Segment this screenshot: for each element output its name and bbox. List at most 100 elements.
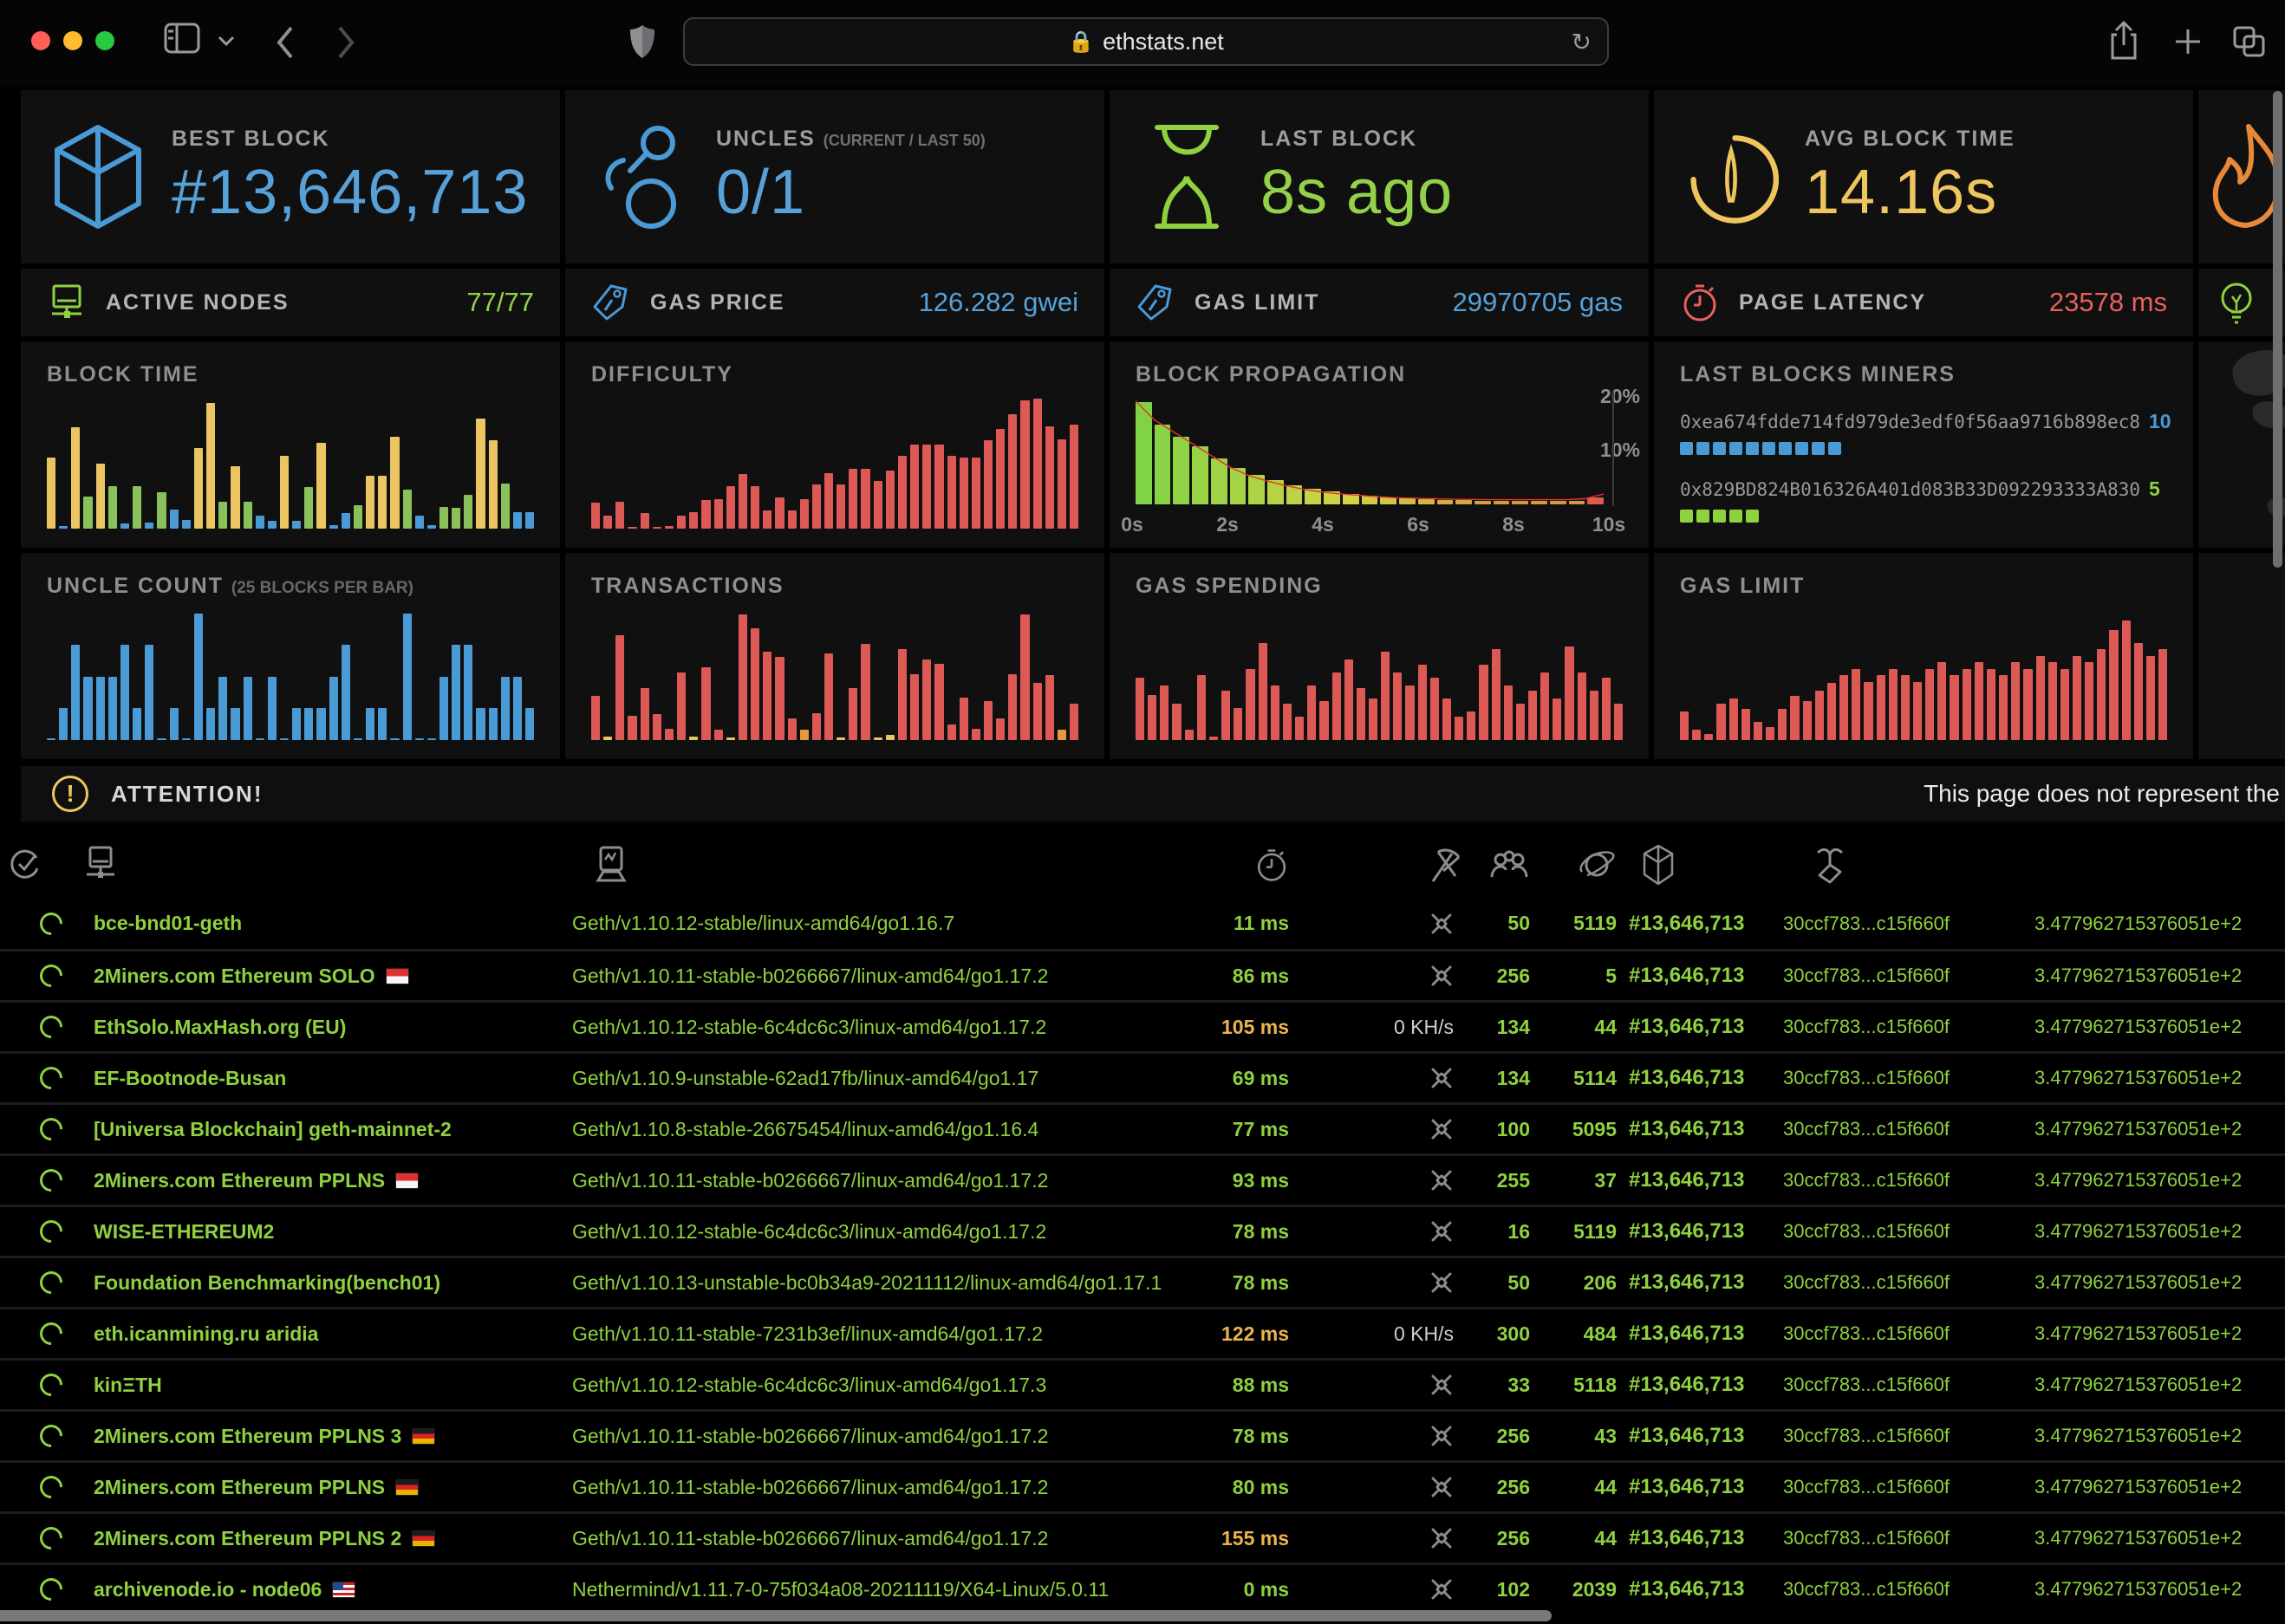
node-block-hash[interactable]: 30ccf783...c15f660f — [1773, 1271, 2024, 1294]
horizontal-scrollbar[interactable] — [0, 1610, 1552, 1621]
chart-bar — [1136, 678, 1144, 740]
tab-overview-icon[interactable] — [2233, 26, 2266, 57]
chart-bar — [2048, 662, 2057, 740]
node-block-hash[interactable]: 30ccf783...c15f660f — [1773, 1322, 2024, 1345]
sidebar-icon[interactable] — [163, 21, 201, 55]
node-row[interactable]: WISE-ETHEREUM2Geth/v1.10.12-stable-6c4dc… — [0, 1205, 2285, 1256]
node-name[interactable]: Foundation Benchmarking(bench01) — [50, 1271, 565, 1295]
chart-bar — [206, 403, 215, 529]
node-name[interactable]: kinΞTH — [50, 1374, 565, 1397]
chart-bar — [2085, 662, 2093, 740]
node-row[interactable]: 2Miners.com Ethereum PPLNS 2Geth/v1.10.1… — [0, 1511, 2285, 1562]
node-row[interactable]: [Universa Blockchain] geth-mainnet-2Geth… — [0, 1102, 2285, 1153]
block-square — [1729, 510, 1742, 523]
reload-button[interactable]: ↻ — [1572, 28, 1592, 56]
node-name[interactable]: 2Miners.com Ethereum PPLNS 2 — [50, 1527, 565, 1550]
miner-address[interactable]: 0x829BD824B016326A401d083B33D092293333A8… — [1680, 479, 2140, 500]
chart-bar — [947, 724, 956, 740]
chart-bar — [1704, 734, 1713, 741]
chart-bar — [689, 512, 698, 529]
node-row[interactable]: bce-bnd01-gethGeth/v1.10.12-stable/linux… — [0, 898, 2285, 949]
node-name[interactable]: bce-bnd01-geth — [50, 912, 565, 935]
lock-icon: 🔒 — [1068, 29, 1094, 55]
chart-bar — [1185, 730, 1194, 740]
privacy-shield-icon[interactable] — [628, 23, 657, 61]
node-row[interactable]: EF-Bootnode-BusanGeth/v1.10.9-unstable-6… — [0, 1051, 2285, 1102]
chart-bar — [415, 738, 424, 740]
chart-title: TRANSACTIONS — [591, 574, 1078, 599]
chart-bar — [665, 729, 674, 741]
node-row[interactable]: 2Miners.com Ethereum PPLNSGeth/v1.10.11-… — [0, 1460, 2285, 1511]
chart-bar — [1963, 669, 1971, 741]
vertical-scrollbar[interactable] — [2273, 91, 2282, 568]
node-block-hash[interactable]: 30ccf783...c15f660f — [1773, 1476, 2024, 1498]
chart-bar — [1999, 675, 2008, 740]
close-window-button[interactable] — [31, 31, 50, 50]
chart-bar — [145, 523, 153, 529]
node-row[interactable]: EthSolo.MaxHash.org (EU)Geth/v1.10.12-st… — [0, 1000, 2285, 1051]
node-status-cell — [0, 1220, 50, 1243]
chart-bar — [603, 737, 612, 741]
chart-bar — [615, 635, 624, 741]
node-block-hash[interactable]: 30ccf783...c15f660f — [1773, 1220, 2024, 1243]
node-status-cell — [0, 1476, 50, 1498]
block-square — [1828, 442, 1841, 455]
node-name[interactable]: EF-Bootnode-Busan — [50, 1067, 565, 1090]
address-bar[interactable]: 🔒 ethstats.net ↻ — [683, 17, 1609, 66]
chart-bar — [1766, 727, 1774, 740]
node-block-hash[interactable]: 30ccf783...c15f660f — [1773, 1169, 2024, 1192]
block-square — [1680, 442, 1693, 455]
node-block-hash[interactable]: 30ccf783...c15f660f — [1773, 1016, 2024, 1038]
node-row[interactable]: 2Miners.com Ethereum PPLNS 3Geth/v1.10.1… — [0, 1409, 2285, 1460]
chart-bar — [354, 738, 362, 740]
node-latency: 78 ms — [1207, 1220, 1289, 1244]
chart-bar — [591, 696, 600, 740]
chart-bar — [1259, 643, 1267, 741]
node-block-hash[interactable]: 30ccf783...c15f660f — [1773, 1527, 2024, 1549]
node-row[interactable]: 2Miners.com Ethereum PPLNSGeth/v1.10.11-… — [0, 1153, 2285, 1205]
share-icon[interactable] — [2108, 21, 2139, 61]
back-button[interactable] — [274, 24, 296, 61]
chart-bar — [108, 486, 117, 529]
chart-bar — [403, 614, 412, 740]
node-block-number: #13,646,713 — [1617, 1117, 1773, 1141]
chevron-down-icon[interactable] — [217, 35, 236, 47]
cube-icon — [50, 120, 146, 233]
chart-bar — [1020, 614, 1029, 741]
node-name[interactable]: [Universa Blockchain] geth-mainnet-2 — [50, 1118, 565, 1141]
chart-bar — [603, 516, 612, 529]
chart-bar — [775, 497, 784, 529]
node-block-number: #13,646,713 — [1617, 1219, 1773, 1244]
node-name[interactable]: 2Miners.com Ethereum PPLNS — [50, 1476, 565, 1499]
node-mining — [1289, 1577, 1462, 1602]
chart-bar — [1975, 662, 1983, 740]
node-block-hash[interactable]: 30ccf783...c15f660f — [1773, 1118, 2024, 1140]
node-block-hash[interactable]: 30ccf783...c15f660f — [1773, 1067, 2024, 1089]
node-row[interactable]: kinΞTHGeth/v1.10.12-stable-6c4dc6c3/linu… — [0, 1358, 2285, 1409]
node-name[interactable]: eth.icanmining.ru aridia — [50, 1322, 565, 1346]
node-name[interactable]: archivenode.io - node06 — [50, 1578, 565, 1601]
node-name[interactable]: 2Miners.com Ethereum SOLO — [50, 965, 565, 988]
forward-button[interactable] — [335, 24, 357, 61]
chart-bar — [1307, 685, 1316, 740]
node-name[interactable]: EthSolo.MaxHash.org (EU) — [50, 1016, 565, 1039]
node-row[interactable]: archivenode.io - node06Nethermind/v1.11.… — [0, 1562, 2285, 1614]
node-block-hash[interactable]: 30ccf783...c15f660f — [1773, 965, 2024, 987]
node-name[interactable]: WISE-ETHEREUM2 — [50, 1220, 565, 1244]
node-name[interactable]: 2Miners.com Ethereum PPLNS 3 — [50, 1425, 565, 1448]
stat-label: GAS LIMIT — [1195, 290, 1319, 315]
node-name[interactable]: 2Miners.com Ethereum PPLNS — [50, 1169, 565, 1192]
node-block-hash[interactable]: 30ccf783...c15f660f — [1773, 1425, 2024, 1447]
node-latency: 11 ms — [1207, 912, 1289, 935]
zoom-window-button[interactable] — [95, 31, 114, 50]
miner-address[interactable]: 0xea674fdde714fd979de3edf0f56aa9716b898e… — [1680, 412, 2140, 432]
node-row[interactable]: eth.icanmining.ru aridiaGeth/v1.10.11-st… — [0, 1307, 2285, 1358]
node-block-hash[interactable]: 30ccf783...c15f660f — [1773, 1578, 2024, 1601]
node-block-hash[interactable]: 30ccf783...c15f660f — [1773, 913, 2024, 935]
node-row[interactable]: Foundation Benchmarking(bench01)Geth/v1.… — [0, 1256, 2285, 1307]
dashboard: BEST BLOCK #13,646,713 UNCLES (CURRENT /… — [0, 87, 2285, 1624]
new-tab-icon[interactable] — [2174, 28, 2202, 55]
node-block-hash[interactable]: 30ccf783...c15f660f — [1773, 1374, 2024, 1396]
node-row[interactable]: 2Miners.com Ethereum SOLOGeth/v1.10.11-s… — [0, 949, 2285, 1000]
minimize-window-button[interactable] — [63, 31, 82, 50]
